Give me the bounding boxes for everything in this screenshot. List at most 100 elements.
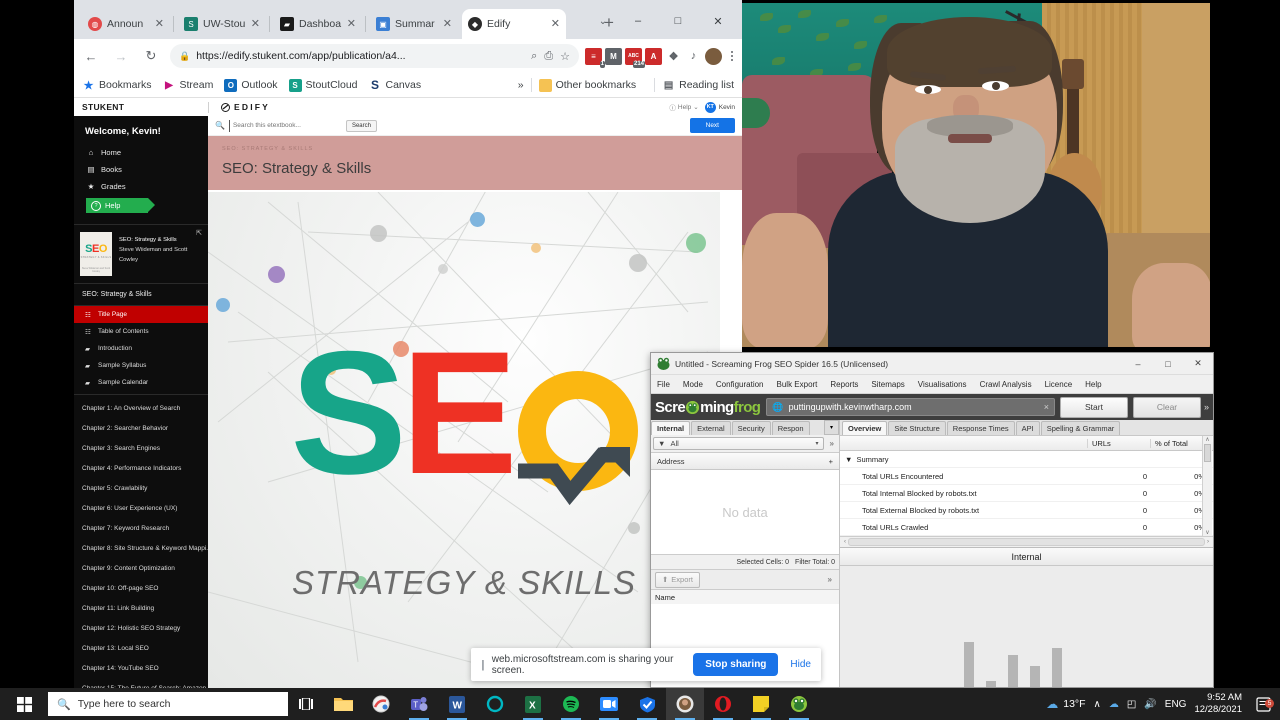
expand-triangle-icon[interactable]: ▼	[845, 455, 852, 464]
export-button[interactable]: ⬆ Export	[655, 571, 700, 588]
stukent-logo[interactable]: STUKENT	[74, 102, 208, 112]
hide-button[interactable]: Hide	[790, 659, 811, 670]
toc-item-table-of-contents[interactable]: ☷ Table of Contents	[74, 323, 208, 340]
grammarly-extension-icon[interactable]: ABC 214	[625, 47, 645, 68]
toc-chapter-9[interactable]: Chapter 9: Content Optimization	[74, 558, 208, 578]
bookmark-canvas[interactable]: S Canvas	[369, 78, 421, 92]
table-row[interactable]: Total URLs Crawled 0 0%	[840, 519, 1213, 536]
toc-item-introduction[interactable]: ▰ Introduction	[74, 340, 208, 357]
scroll-right-icon[interactable]: ›	[1205, 539, 1211, 545]
toc-chapter-8[interactable]: Chapter 8: Site Structure & Keyword Mapp…	[74, 538, 208, 558]
stop-sharing-button[interactable]: Stop sharing	[693, 653, 779, 676]
expand-icon[interactable]: ⇱	[196, 229, 202, 237]
sidebar-item-home[interactable]: ⌂ Home	[86, 144, 208, 161]
bookmark-bookmarks[interactable]: ★ Bookmarks	[82, 79, 152, 92]
edify-help-link[interactable]: ⓘ Help ⌄	[669, 102, 698, 113]
toc-chapter-12[interactable]: Chapter 12: Holistic SEO Strategy	[74, 618, 208, 638]
menu-file[interactable]: File	[657, 380, 670, 389]
bookmark-outlook[interactable]: O Outlook	[224, 78, 278, 92]
toc-chapter-1[interactable]: Chapter 1: An Overview of Search	[74, 398, 208, 418]
taskbar-zoom[interactable]	[590, 688, 628, 720]
profile-avatar[interactable]	[705, 47, 722, 65]
sf-overflow-icon[interactable]: »	[1204, 402, 1209, 412]
menu-visualisations[interactable]: Visualisations	[918, 380, 967, 389]
taskbar-teams[interactable]: T	[400, 688, 438, 720]
adobe-pdf-extension-icon[interactable]: A	[645, 47, 662, 65]
tab-site-structure[interactable]: Site Structure	[888, 421, 946, 435]
bookmark-stream[interactable]: ▶ Stream	[163, 79, 213, 92]
browser-tab-3[interactable]: ▣ Summar ✕	[370, 9, 458, 39]
tab-external[interactable]: External	[691, 421, 731, 435]
language-indicator[interactable]: ENG	[1165, 699, 1187, 710]
taskbar-excel[interactable]: X	[514, 688, 552, 720]
sidebar-help-tab[interactable]: ? Help	[86, 198, 155, 213]
tab-security[interactable]: Security	[731, 421, 771, 435]
reading-list-button[interactable]: ▤ Reading list	[662, 79, 734, 92]
menu-help[interactable]: Help	[1085, 380, 1101, 389]
forward-button[interactable]: →	[108, 43, 134, 69]
reload-button[interactable]: ↻	[138, 43, 164, 69]
task-view-button[interactable]	[288, 688, 324, 720]
bookmark-stoutcloud[interactable]: S StoutCloud	[288, 78, 358, 92]
network-icon[interactable]: ◰	[1127, 699, 1136, 710]
share-icon[interactable]: ⎙	[544, 50, 553, 63]
maximize-button[interactable]: □	[658, 9, 698, 33]
menu-licence[interactable]: Licence	[1045, 380, 1073, 389]
tab-search-icon[interactable]: ⌄	[588, 9, 618, 33]
toc-chapter-4[interactable]: Chapter 4: Performance Indicators	[74, 458, 208, 478]
zoom-out-icon[interactable]: ⌕	[531, 50, 537, 63]
edify-logo[interactable]: EDIFY	[221, 102, 270, 112]
tabs-dropdown-icon[interactable]: ▾	[824, 420, 839, 435]
tab-close-icon[interactable]: ✕	[251, 18, 260, 30]
adobe-acrobat-extension-icon[interactable]: ≡ 1	[585, 47, 605, 68]
table-row[interactable]: Total Internal Blocked by robots.txt 0 0…	[840, 485, 1213, 502]
toc-chapter-3[interactable]: Chapter 3: Search Engines	[74, 438, 208, 458]
toc-item-title-page[interactable]: ☷ Title Page	[74, 306, 208, 323]
browser-tab-2[interactable]: ▰ Dashboa ✕	[274, 9, 362, 39]
tab-api[interactable]: API	[1015, 421, 1040, 435]
gmail-extension-icon[interactable]: M	[605, 47, 622, 65]
menu-mode[interactable]: Mode	[683, 380, 703, 389]
toc-item-sample-syllabus[interactable]: ▰ Sample Syllabus	[74, 357, 208, 374]
toc-chapter-15[interactable]: Chapter 15: The Future of Search: Amazon…	[74, 678, 208, 689]
table-row[interactable]: Total URLs Encountered 0 0%	[840, 468, 1213, 485]
sf-url-input[interactable]: 🌐 puttingupwith.kevinwtharp.com ×	[766, 398, 1055, 416]
taskbar-shield-app[interactable]	[628, 688, 666, 720]
search-button[interactable]: Search	[345, 119, 377, 132]
menu-crawl-analysis[interactable]: Crawl Analysis	[980, 380, 1032, 389]
sf-maximize-button[interactable]: □	[1153, 354, 1183, 374]
reading-list-icon[interactable]: ♪	[685, 48, 702, 65]
taskbar-sticky-notes[interactable]	[742, 688, 780, 720]
taskbar-paint[interactable]	[362, 688, 400, 720]
taskbar-screaming-frog[interactable]	[780, 688, 818, 720]
taskbar-chrome[interactable]	[666, 688, 704, 720]
menu-reports[interactable]: Reports	[830, 380, 858, 389]
filter-overflow-icon[interactable]: »	[830, 439, 834, 448]
name-column-header[interactable]: Name	[651, 589, 839, 604]
show-hidden-icons-button[interactable]: ∧	[1094, 699, 1101, 710]
tab-internal[interactable]: Internal	[651, 421, 691, 435]
toc-chapter-2[interactable]: Chapter 2: Searcher Behavior	[74, 418, 208, 438]
taskbar-cortana[interactable]	[476, 688, 514, 720]
tab-response-times[interactable]: Response Times	[946, 421, 1015, 435]
address-bar[interactable]: 🔒 https://edify.stukent.com/app/publicat…	[170, 44, 579, 68]
sf-close-button[interactable]: ✕	[1183, 354, 1213, 374]
toc-chapter-5[interactable]: Chapter 5: Crawlability	[74, 478, 208, 498]
sidebar-item-books[interactable]: ▤ Books	[86, 161, 208, 178]
sf-clear-button[interactable]: Clear	[1132, 396, 1201, 418]
address-column-header[interactable]: Address +	[651, 453, 839, 470]
webcam-video-feed[interactable]	[742, 0, 1280, 350]
menu-configuration[interactable]: Configuration	[716, 380, 764, 389]
clock[interactable]: 9:52 AM 12/28/2021	[1194, 692, 1242, 716]
scroll-track[interactable]	[848, 538, 1205, 546]
sidebar-item-grades[interactable]: ★ Grades	[86, 178, 208, 195]
taskbar-word[interactable]: W	[438, 688, 476, 720]
sf-title-bar[interactable]: Untitled - Screaming Frog SEO Spider 16.…	[651, 353, 1213, 375]
clear-url-icon[interactable]: ×	[1044, 402, 1049, 412]
tab-close-icon[interactable]: ✕	[155, 18, 164, 30]
sf-minimize-button[interactable]: –	[1123, 354, 1153, 374]
tab-close-icon[interactable]: ✕	[347, 18, 356, 30]
browser-tab-0[interactable]: ◍ Announ ✕	[82, 9, 170, 39]
toc-chapter-10[interactable]: Chapter 10: Off-page SEO	[74, 578, 208, 598]
edify-user-chip[interactable]: KT Kevin	[704, 101, 735, 113]
